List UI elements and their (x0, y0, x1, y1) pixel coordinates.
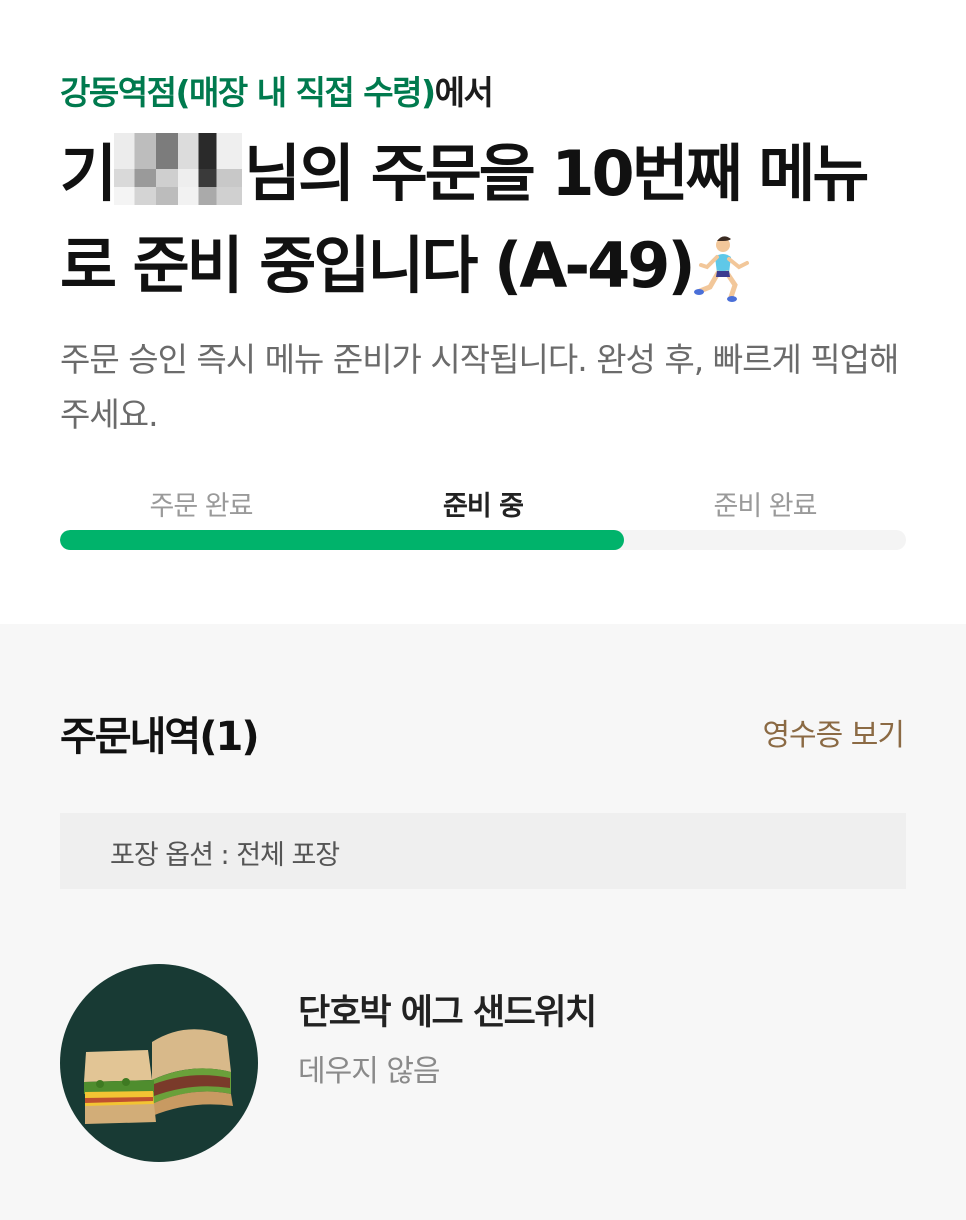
progress-bar (60, 530, 906, 550)
progress-steps: 주문 완료 준비 중 준비 완료 (60, 484, 906, 524)
redacted-name (114, 133, 243, 205)
step-preparing: 준비 중 (443, 491, 524, 522)
view-receipt-link[interactable]: 영수증 보기 (762, 710, 905, 754)
item-option: 데우지 않음 (298, 1054, 441, 1089)
page-title: 기 님의 주문을 10번째 메뉴로 준비 중입니다 (A-49) (60, 128, 920, 312)
customer-name-initial: 기 (60, 137, 117, 210)
runner-woman-icon (693, 236, 749, 302)
item-thumbnail (60, 964, 258, 1162)
store-suffix: 에서 (434, 73, 494, 112)
store-name: 강동역점(매장 내 직접 수령) (60, 73, 436, 112)
packaging-option-text: 포장 옵션 : 전체 포장 (110, 840, 340, 871)
status-description: 주문 승인 즉시 메뉴 준비가 시작됩니다. 완성 후, 빠르게 픽업해 주세요… (60, 340, 899, 434)
progress-fill (60, 530, 625, 550)
store-line: 강동역점(매장 내 직접 수령)에서 (60, 66, 494, 114)
order-details-section: 주문내역(1) 영수증 보기 포장 옵션 : 전체 포장 단호박 에그 샌드위치… (0, 624, 966, 1220)
packaging-option: 포장 옵션 : 전체 포장 (60, 813, 906, 889)
orders-title: 주문내역(1) (60, 714, 260, 760)
order-status-section: 강동역점(매장 내 직접 수령)에서 기 님의 주문을 10번째 메뉴로 준비 중… (0, 0, 966, 624)
sandwich-image (84, 1029, 233, 1124)
step-ordered: 주문 완료 (149, 491, 254, 522)
item-name: 단호박 에그 샌드위치 (298, 993, 597, 1033)
step-ready: 준비 완료 (713, 491, 818, 522)
